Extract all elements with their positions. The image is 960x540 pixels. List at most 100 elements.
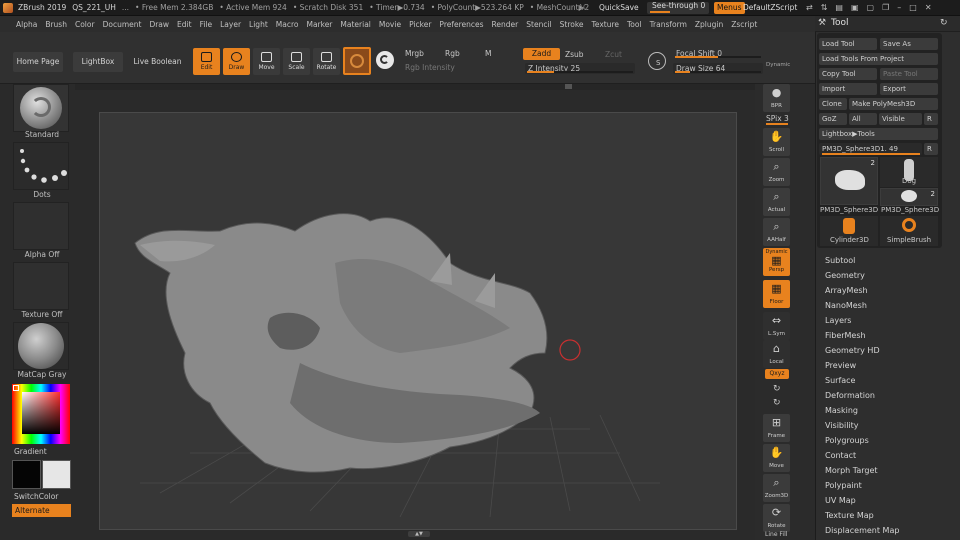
window-control-icon[interactable]: ▢ xyxy=(867,3,875,12)
menu-light[interactable]: Light xyxy=(245,20,272,29)
frame-button[interactable]: ⊞ Frame xyxy=(763,414,790,442)
gradient-label[interactable]: Gradient xyxy=(14,447,47,456)
lightbox-tools-button[interactable]: Lightbox▶Tools xyxy=(819,128,938,140)
dragon-skull-mesh[interactable] xyxy=(134,213,548,473)
rotate-axis-z-icon[interactable]: ↻ xyxy=(773,398,781,408)
viewport-3d[interactable] xyxy=(100,113,738,531)
tool-thumb-pm3d-sphere[interactable]: 2 xyxy=(820,157,878,205)
scroll-button[interactable]: ✋ Scroll xyxy=(763,128,790,156)
move-mode-button[interactable]: Move xyxy=(253,48,280,75)
goz-r-button[interactable]: R xyxy=(924,113,938,125)
paste-tool-button[interactable]: Paste Tool xyxy=(880,68,938,80)
menu-edit[interactable]: Edit xyxy=(173,20,196,29)
refresh-icon[interactable]: ↻ xyxy=(940,18,948,28)
subpalette-polygroups[interactable]: Polygroups xyxy=(825,436,869,445)
lightbox-button[interactable]: LightBox xyxy=(73,52,123,72)
current-tool-slider[interactable]: PM3D_Sphere3D1. 49 xyxy=(819,143,922,155)
spix-slider[interactable]: SPix 3 xyxy=(766,114,789,123)
m-button[interactable]: M xyxy=(485,49,491,58)
aahalf-button[interactable]: ⌕ AAHalf xyxy=(763,218,790,246)
main-color-swatch[interactable] xyxy=(12,460,41,489)
subpalette-contact[interactable]: Contact xyxy=(825,451,856,460)
menu-stencil[interactable]: Stencil xyxy=(522,20,555,29)
menu-zplugin[interactable]: Zplugin xyxy=(691,20,727,29)
draw-size-slider[interactable]: Draw Size 64 xyxy=(673,63,763,74)
menu-file[interactable]: File xyxy=(196,20,217,29)
canvas-scroll-grip[interactable]: ▲▼ xyxy=(408,531,430,537)
texture-thumbnail[interactable] xyxy=(13,262,69,310)
scale-mode-button[interactable]: Scale xyxy=(283,48,310,75)
tool-thumb-simplebrush[interactable]: SimpleBrush xyxy=(880,216,938,246)
subpalette-masking[interactable]: Masking xyxy=(825,406,858,415)
window-control-icon[interactable]: ✕ xyxy=(925,3,932,12)
color-saturation-square[interactable] xyxy=(22,392,60,434)
menu-movie[interactable]: Movie xyxy=(375,20,405,29)
subpalette-arraymesh[interactable]: ArrayMesh xyxy=(825,286,868,295)
save-as-button[interactable]: Save As xyxy=(880,38,938,50)
rotate-axis-y-icon[interactable]: ↻ xyxy=(773,384,781,394)
defaultzscript-button[interactable]: DefaultZScript xyxy=(743,2,797,14)
menu-picker[interactable]: Picker xyxy=(405,20,435,29)
brush-thumbnail[interactable] xyxy=(13,84,69,132)
menu-zscript[interactable]: Zscript xyxy=(727,20,761,29)
goz-all-button[interactable]: All xyxy=(849,113,877,125)
subpalette-visibility[interactable]: Visibility xyxy=(825,421,859,430)
tool-thumb-cylinder[interactable]: Cylinder3D xyxy=(820,216,878,246)
quicksave-button[interactable]: QuickSave xyxy=(596,3,642,12)
menu-stroke[interactable]: Stroke xyxy=(556,20,588,29)
rotate-view-button[interactable]: ⟳ Rotate xyxy=(763,504,790,532)
import-button[interactable]: Import xyxy=(819,83,877,95)
local-button[interactable]: ⌂ Local xyxy=(763,340,790,368)
color-picker[interactable] xyxy=(12,384,70,444)
window-control-icon[interactable]: ❐ xyxy=(882,3,889,12)
load-tools-from-project-button[interactable]: Load Tools From Project xyxy=(819,53,938,65)
draw-mode-button[interactable]: Draw xyxy=(223,48,250,75)
document-canvas[interactable] xyxy=(99,112,737,530)
subpalette-surface[interactable]: Surface xyxy=(825,376,855,385)
subpalette-texture-map[interactable]: Texture Map xyxy=(825,511,874,520)
menu-texture[interactable]: Texture xyxy=(588,20,623,29)
subpalette-polypaint[interactable]: Polypaint xyxy=(825,481,862,490)
subpalette-geometry-hd[interactable]: Geometry HD xyxy=(825,346,880,355)
window-control-icon[interactable]: ▤ xyxy=(835,3,843,12)
rgb-intensity-slider[interactable]: Rgb Intensity xyxy=(405,63,455,72)
menu-transform[interactable]: Transform xyxy=(646,20,691,29)
edit-mode-button[interactable]: Edit xyxy=(193,48,220,75)
stroke-thumbnail[interactable] xyxy=(13,142,69,190)
floor-button[interactable]: ▦ Floor xyxy=(763,280,790,308)
window-control-icon[interactable]: ⇄ xyxy=(806,3,813,12)
shelf-grip[interactable] xyxy=(565,84,572,89)
alpha-thumbnail[interactable] xyxy=(13,202,69,250)
lazy-mouse-icon[interactable]: S xyxy=(648,52,666,70)
window-control-icon[interactable]: ▣ xyxy=(851,3,859,12)
menus-button[interactable]: Menus xyxy=(714,2,745,14)
goz-button[interactable]: GoZ xyxy=(819,113,847,125)
menu-preferences[interactable]: Preferences xyxy=(435,20,487,29)
window-control-icon[interactable]: □ xyxy=(909,3,917,12)
menu-tool[interactable]: Tool xyxy=(623,20,646,29)
menu-macro[interactable]: Macro xyxy=(272,20,303,29)
live-boolean-button[interactable]: Live Boolean xyxy=(130,52,185,72)
subpalette-morph-target[interactable]: Morph Target xyxy=(825,466,878,475)
load-tool-button[interactable]: Load Tool xyxy=(819,38,877,50)
menu-document[interactable]: Document xyxy=(99,20,146,29)
line-fill-button[interactable]: Line Fill xyxy=(765,531,787,538)
export-button[interactable]: Export xyxy=(880,83,938,95)
subpalette-displacement-map[interactable]: Displacement Map xyxy=(825,526,899,535)
zoom3d-button[interactable]: ⌕ Zoom3D xyxy=(763,474,790,502)
window-control-icon[interactable]: – xyxy=(897,3,901,12)
tool-thumb-dog[interactable]: Dog xyxy=(880,157,938,187)
stroke-icon[interactable] xyxy=(376,51,394,69)
menu-render[interactable]: Render xyxy=(488,20,523,29)
qxyz-button[interactable]: Qxyz xyxy=(765,369,789,379)
zsub-button[interactable]: Zsub xyxy=(565,50,584,59)
see-through-slider[interactable]: See-through 0 xyxy=(647,2,709,14)
move-view-button[interactable]: ✋ Move xyxy=(763,444,790,472)
copy-tool-button[interactable]: Copy Tool xyxy=(819,68,877,80)
menu-marker[interactable]: Marker xyxy=(302,20,336,29)
menu-color[interactable]: Color xyxy=(71,20,99,29)
focal-shift-slider[interactable]: Focal Shift 0 xyxy=(673,48,763,59)
subpalette-nanomesh[interactable]: NanoMesh xyxy=(825,301,867,310)
clone-button[interactable]: Clone xyxy=(819,98,847,110)
subpalette-geometry[interactable]: Geometry xyxy=(825,271,865,280)
